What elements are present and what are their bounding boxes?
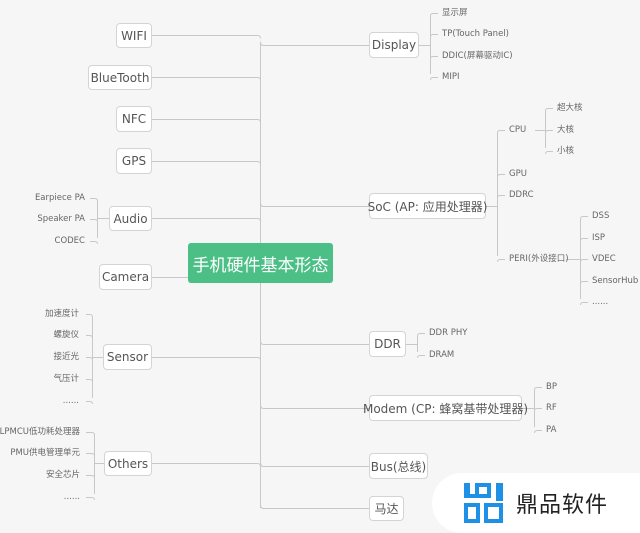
leaf-rf[interactable]: RF xyxy=(546,403,557,413)
leaf-dss[interactable]: DSS xyxy=(592,211,609,221)
display-bracket-tick-3 xyxy=(430,77,438,81)
others-bracket-tick-1 xyxy=(86,453,95,457)
leaf-peri-more[interactable]: ...... xyxy=(592,297,608,307)
audio-bracket-tick-2 xyxy=(90,241,98,245)
others-bracket-tick-3 xyxy=(86,497,95,501)
node-ddr[interactable]: DDR xyxy=(369,331,406,357)
sensor-bracket-tick-0 xyxy=(86,314,93,318)
audio-bracket-tick-0 xyxy=(90,198,98,202)
leaf-touch-panel[interactable]: TP(Touch Panel) xyxy=(442,29,509,39)
peri-bracket-tick-4 xyxy=(580,302,588,306)
leaf-cpu[interactable]: CPU xyxy=(509,125,526,135)
display-bracket-tick-2 xyxy=(430,56,438,60)
connector-motor xyxy=(260,504,369,509)
root-node[interactable]: 手机硬件基本形态 xyxy=(188,243,333,283)
node-modem[interactable]: Modem (CP: 蜂窝基带处理器) xyxy=(363,395,528,421)
connector-sensor xyxy=(152,357,261,361)
leaf-codec[interactable]: CODEC xyxy=(55,236,85,246)
node-display[interactable]: Display xyxy=(369,32,419,58)
ddr-bracket-tick-1 xyxy=(417,355,425,359)
leaf-ddic[interactable]: DDIC(屏幕驱动IC) xyxy=(442,51,513,61)
modem-bracket-tick-0 xyxy=(534,387,542,391)
leaf-big-core[interactable]: 大核 xyxy=(557,125,574,135)
leaf-gyroscope[interactable]: 螺旋仪 xyxy=(53,330,79,340)
connector-display xyxy=(260,41,369,46)
node-camera[interactable]: Camera xyxy=(99,264,152,290)
others-bracket-tick-0 xyxy=(86,432,95,436)
leaf-others-more[interactable]: ...... xyxy=(64,492,80,502)
leaf-sensor-more[interactable]: ...... xyxy=(63,396,79,406)
leaf-sensorhub[interactable]: SensorHub xyxy=(592,276,638,286)
leaf-barometer[interactable]: 气压计 xyxy=(53,374,79,384)
soc-bracket-tick-3 xyxy=(497,259,505,263)
connector-audio xyxy=(152,218,261,222)
dingpin-logo-icon xyxy=(464,483,503,523)
connector-modem xyxy=(260,404,369,409)
leaf-ddr-phy[interactable]: DDR PHY xyxy=(429,328,467,338)
leaf-accelerometer[interactable]: 加速度计 xyxy=(45,309,79,319)
node-wifi[interactable]: WIFI xyxy=(116,23,152,48)
leaf-pmu[interactable]: PMU供电管理单元 xyxy=(10,448,80,458)
leaf-prime-core[interactable]: 超大核 xyxy=(557,103,583,113)
watermark-logo: 鼎品软件 xyxy=(432,473,640,533)
node-sensor[interactable]: Sensor xyxy=(103,344,152,370)
leaf-bp[interactable]: BP xyxy=(546,382,557,392)
node-others[interactable]: Others xyxy=(104,451,152,476)
connector-wifi xyxy=(152,35,261,39)
cpu-bracket-tick-1 xyxy=(545,130,553,134)
connector-others xyxy=(152,463,261,467)
node-bus[interactable]: Bus(总线) xyxy=(369,453,428,479)
modem-bracket-tick-1 xyxy=(534,408,542,412)
connector-bluetooth xyxy=(152,77,261,81)
leaf-earpiece-pa[interactable]: Earpiece PA xyxy=(35,193,85,203)
node-nfc[interactable]: NFC xyxy=(116,106,152,132)
node-gps[interactable]: GPS xyxy=(116,148,152,174)
leaf-lpmcu[interactable]: LPMCU低功耗处理器 xyxy=(0,427,80,437)
cpu-bracket-tick-2 xyxy=(545,151,553,155)
soc-bracket-tick-0 xyxy=(497,130,505,134)
leaf-ddrc[interactable]: DDRC xyxy=(509,190,534,200)
node-motor[interactable]: 马达 xyxy=(369,496,404,521)
ddr-bracket-tick-0 xyxy=(417,333,425,337)
node-bluetooth[interactable]: BlueTooth xyxy=(88,65,152,90)
connector-ddr xyxy=(260,340,369,345)
leaf-security-chip[interactable]: 安全芯片 xyxy=(46,470,80,480)
display-bracket-tick-0 xyxy=(430,13,438,17)
soc-bracket-tick-2 xyxy=(497,195,505,199)
leaf-screen[interactable]: 显示屏 xyxy=(442,8,468,18)
leaf-mipi[interactable]: MIPI xyxy=(442,72,459,82)
connector-bus xyxy=(260,462,369,467)
leaf-proximity[interactable]: 接近光 xyxy=(53,352,79,362)
peri-bracket-tick-3 xyxy=(580,281,588,285)
leaf-gpu[interactable]: GPU xyxy=(509,169,527,179)
soc-bracket-tick-1 xyxy=(497,174,505,178)
connector-nfc xyxy=(152,119,261,123)
audio-bracket-tick-1 xyxy=(90,219,98,223)
leaf-dram[interactable]: DRAM xyxy=(429,350,454,360)
connector-soc xyxy=(260,202,369,207)
node-audio[interactable]: Audio xyxy=(109,206,152,231)
leaf-speaker-pa[interactable]: Speaker PA xyxy=(37,214,85,224)
leaf-isp[interactable]: ISP xyxy=(592,233,605,243)
others-bracket-tick-2 xyxy=(86,475,95,479)
leaf-little-core[interactable]: 小核 xyxy=(557,146,574,156)
sensor-bracket-tick-1 xyxy=(86,335,93,339)
peri-bracket-tick-1 xyxy=(580,238,588,242)
sensor-bracket-tick-4 xyxy=(86,401,93,405)
modem-bracket-tick-2 xyxy=(534,430,542,434)
sensor-bracket-tick-2 xyxy=(86,357,93,361)
cpu-bracket-tick-0 xyxy=(545,108,553,112)
peri-bracket-tick-2 xyxy=(580,259,588,263)
watermark-text: 鼎品软件 xyxy=(516,493,609,518)
peri-bracket-tick-0 xyxy=(580,216,588,220)
display-bracket-tick-1 xyxy=(430,34,438,38)
leaf-peri[interactable]: PERI(外设接口) xyxy=(509,254,569,264)
sensor-bracket-tick-3 xyxy=(86,379,93,383)
leaf-pa[interactable]: PA xyxy=(546,425,556,435)
connector-gps xyxy=(152,161,261,165)
node-soc[interactable]: SoC (AP: 应用处理器) xyxy=(368,193,487,219)
leaf-vdec[interactable]: VDEC xyxy=(592,254,616,264)
